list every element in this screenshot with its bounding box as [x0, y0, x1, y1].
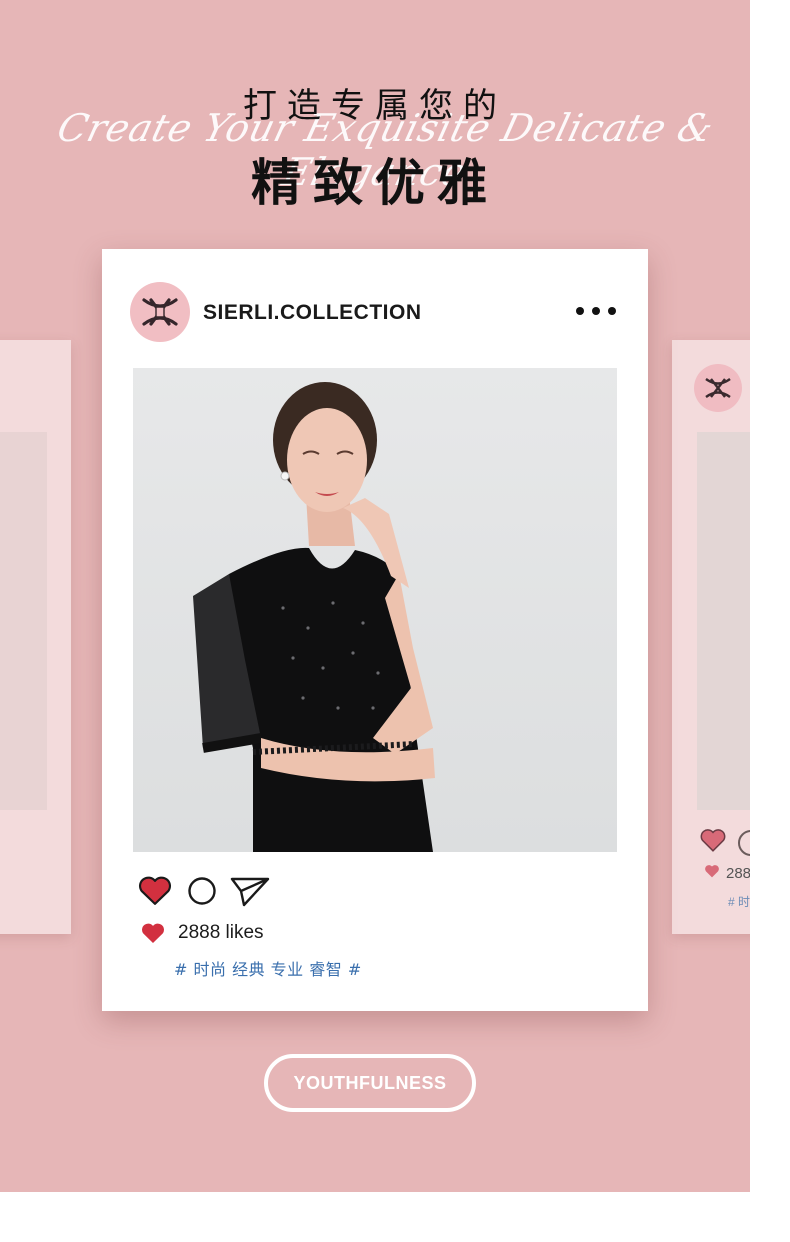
avatar[interactable] [130, 282, 190, 342]
side-hashtags[interactable]: # 时 [728, 893, 750, 910]
side-likes-row: 288 [704, 864, 750, 882]
side-post-card-right[interactable]: 288 # 时 [672, 340, 750, 934]
hashtags[interactable]: # 时尚 经典 专业 睿智 # [174, 956, 362, 980]
account-name[interactable]: SIERLI.COLLECTION [203, 301, 422, 325]
heart-icon[interactable] [700, 828, 726, 852]
side-post-card-left[interactable] [0, 340, 71, 934]
headline-line-1: 打造专属您的 [243, 86, 507, 126]
heart-icon[interactable] [138, 875, 172, 906]
sierli-logo-icon [142, 298, 178, 326]
instagram-post-card: SIERLI.COLLECTION 2888 likes # 时尚 经典 专业 … [102, 249, 648, 1011]
woman-in-black-dress-photo [133, 368, 617, 852]
heart-icon [705, 865, 719, 878]
page-headline: 打造专属您的 精致优雅 [0, 78, 750, 215]
share-icon[interactable] [230, 875, 270, 907]
likes-count: 2888 likes [178, 922, 264, 943]
side-post-photo-placeholder [0, 432, 47, 810]
page-canvas: Create Your Exquisite Delicate & Eleganc… [0, 0, 750, 1192]
more-options-icon[interactable] [576, 301, 616, 321]
comment-icon[interactable] [738, 830, 750, 856]
comment-icon[interactable] [187, 876, 217, 906]
headline-line-2: 精致优雅 [251, 154, 499, 212]
post-photo[interactable] [133, 368, 617, 852]
side-post-photo-placeholder [697, 432, 750, 810]
youthfulness-button[interactable]: YOUTHFULNESS [264, 1054, 476, 1112]
sierli-logo-icon [694, 364, 742, 412]
likes-row: 2888 likes [141, 921, 264, 945]
heart-icon [142, 923, 164, 943]
side-likes-count: 288 [726, 865, 750, 882]
